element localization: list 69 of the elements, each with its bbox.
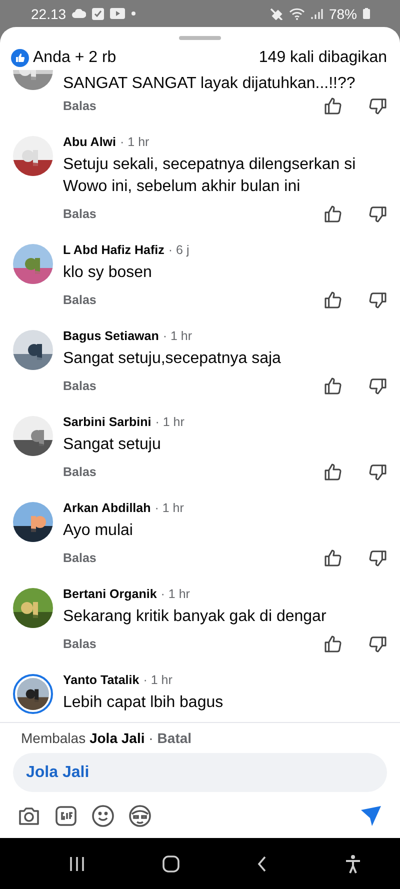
video-play-icon (110, 8, 126, 19)
wifi-icon (288, 8, 305, 20)
comment-time: · 1 hr (155, 414, 184, 431)
accessibility-icon[interactable] (344, 854, 362, 874)
battery-icon (363, 8, 370, 19)
comment-text: Sangat setuju (63, 435, 162, 455)
thumbs-down-icon[interactable] (368, 376, 388, 396)
commenter-name[interactable]: Abu Alwi (63, 133, 116, 151)
comment-time: · 1 hr (154, 500, 184, 517)
reply-link[interactable]: Balas (63, 465, 298, 479)
dot-icon (131, 11, 136, 16)
clock-time: 22.13 (31, 6, 66, 22)
thumbs-up-icon[interactable] (323, 204, 343, 224)
comment-text: Sekarang kritik banyak gak di dengar (63, 607, 328, 627)
avatar-sticker-icon[interactable] (128, 804, 152, 828)
reply-link[interactable]: Balas (63, 637, 298, 651)
checkbox-icon (92, 8, 104, 20)
thumbs-down-icon[interactable] (368, 96, 388, 116)
reply-link[interactable]: Balas (63, 379, 298, 393)
comment-text: Lebih capat lbih bagus (63, 693, 224, 713)
comment-time: · 6 j (168, 242, 190, 259)
comment-time: · 1 hr (120, 134, 150, 151)
reactions-summary[interactable]: Anda + 2 rb (33, 49, 116, 67)
cloud-icon (72, 9, 86, 18)
signal-icon (310, 8, 323, 20)
comment-text: klo sy bosen (63, 263, 153, 283)
comment-text: Setuju sekali, secepatnya dilengserkan si Wowo ini, sebelum akhir bulan ini (63, 155, 357, 197)
mute-icon (270, 8, 283, 20)
thumbs-down-icon[interactable] (368, 548, 388, 568)
like-reaction-icon (11, 49, 29, 67)
avatar-ring[interactable] (13, 674, 53, 714)
reply-link[interactable]: Balas (63, 207, 298, 221)
smiley-icon[interactable] (91, 804, 115, 828)
commenter-name[interactable]: Sarbini Sarbini (63, 413, 152, 431)
thumbs-down-icon[interactable] (368, 290, 388, 310)
thumbs-up-icon[interactable] (323, 548, 343, 568)
thumbs-down-icon[interactable] (368, 462, 388, 482)
thumbs-up-icon[interactable] (323, 634, 343, 654)
reply-link[interactable]: Balas (63, 99, 298, 113)
comment-text: SANGAT SANGAT layak dijatuhkan...!!?? (63, 74, 356, 94)
battery-percent: 78% (328, 6, 357, 22)
comment-time: · 1 hr (143, 672, 172, 689)
commenter-name[interactable]: Arkan Abdillah (63, 499, 151, 517)
drag-handle[interactable] (179, 36, 221, 40)
reply-link[interactable]: Balas (63, 551, 298, 565)
commenter-name[interactable]: Bertani Organik (63, 585, 157, 603)
send-icon[interactable] (359, 804, 383, 828)
thumbs-up-icon[interactable] (323, 376, 343, 396)
commenter-name[interactable]: Bagus Setiawan (63, 327, 159, 345)
recent-apps-icon[interactable] (68, 854, 86, 872)
thumbs-up-icon[interactable] (323, 96, 343, 116)
thumbs-down-icon[interactable] (368, 634, 388, 654)
comment-time: · 1 hr (162, 328, 192, 345)
comment-input[interactable]: Jola Jali (13, 753, 387, 792)
commenter-name[interactable]: Yanto Tatalik (63, 671, 140, 689)
comment-text: Sangat setuju,secepatnya saja (63, 349, 282, 369)
thumbs-down-icon[interactable] (368, 204, 388, 224)
back-icon[interactable] (256, 854, 268, 872)
thumbs-up-icon[interactable] (323, 290, 343, 310)
comment-text: Ayo mulai (63, 521, 134, 541)
cancel-link[interactable]: Batal (157, 730, 192, 747)
replying-label: Membalas Jola Jali · (21, 730, 154, 747)
reply-link[interactable]: Balas (63, 293, 298, 307)
thumbs-up-icon[interactable] (323, 462, 343, 482)
home-icon[interactable] (162, 854, 180, 872)
comment-time: · 1 hr (160, 586, 190, 603)
commenter-name[interactable]: L Abd Hafiz Hafiz (63, 241, 164, 259)
gif-icon[interactable] (54, 804, 78, 828)
share-count[interactable]: 149 kali dibagikan (258, 49, 387, 67)
